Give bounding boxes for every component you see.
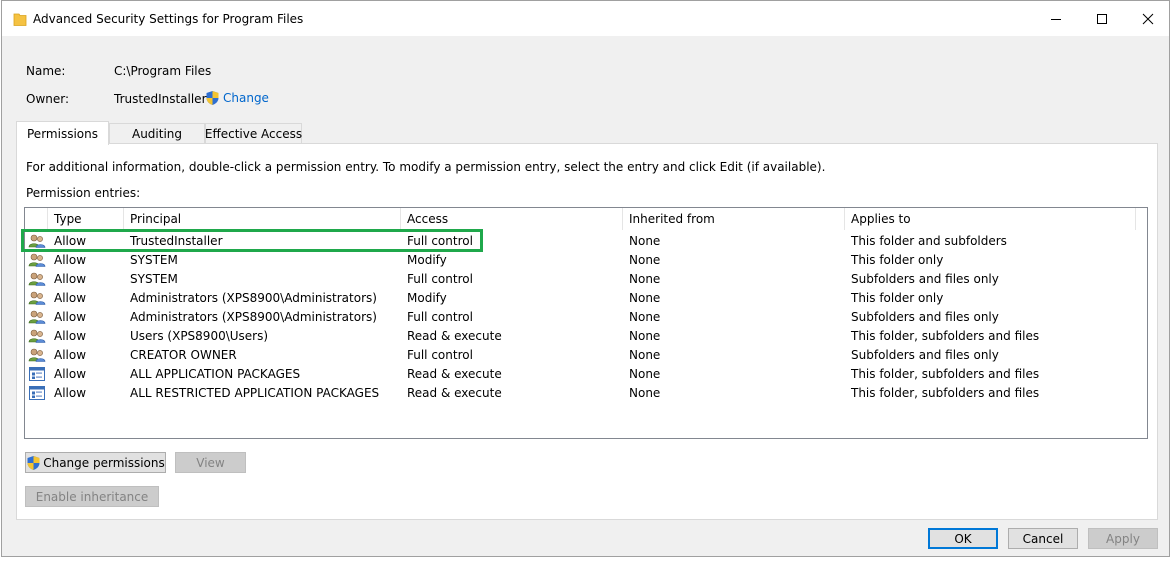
owner-label: Owner:	[26, 92, 70, 106]
change-owner-link[interactable]: Change	[205, 90, 269, 106]
permission-entry-row[interactable]: Allow ALL APPLICATION PACKAGES Read & exec…	[25, 365, 1147, 384]
app-packages-icon	[28, 366, 46, 382]
access-cell: Read & execute	[407, 386, 502, 400]
tab-effective-access[interactable]: Effective Access	[205, 123, 302, 144]
type-cell: Allow	[54, 367, 87, 381]
applies-to-cell: Subfolders and files only	[851, 310, 999, 324]
change-permissions-label: Change permissions	[43, 455, 165, 470]
tab-permissions-label: Permissions	[27, 126, 98, 141]
tab-effective-access-label: Effective Access	[204, 127, 303, 141]
users-icon	[28, 309, 46, 325]
tab-auditing-label: Auditing	[131, 127, 183, 141]
users-icon	[28, 271, 46, 287]
owner-value: TrustedInstaller	[114, 92, 207, 106]
minimize-icon	[1051, 18, 1061, 20]
name-label: Name:	[26, 64, 66, 78]
principal-cell: Users (XPS8900\Users)	[130, 329, 269, 343]
maximize-button[interactable]	[1079, 1, 1125, 36]
cancel-button[interactable]: Cancel	[1008, 528, 1078, 549]
type-cell: Allow	[54, 291, 87, 305]
column-header-principal[interactable]: Principal	[124, 208, 401, 230]
applies-to-cell: This folder, subfolders and files	[851, 329, 1040, 343]
permission-entry-row[interactable]: Allow Users (XPS8900\Users) Read & execute…	[25, 327, 1147, 346]
principal-cell: ALL APPLICATION PACKAGES	[130, 367, 301, 381]
users-icon	[28, 328, 46, 344]
window-title: Advanced Security Settings for Program F…	[33, 12, 304, 26]
inherited-from-cell: None	[629, 272, 661, 286]
minimize-button[interactable]	[1033, 1, 1079, 36]
applies-to-cell: This folder only	[851, 253, 944, 267]
inherited-from-cell: None	[629, 386, 661, 400]
list-header: Type Principal Access Inherited from App…	[25, 208, 1147, 230]
permission-entry-row[interactable]: Allow Administrators (XPS8900\Administrat…	[25, 308, 1147, 327]
applies-to-cell: This folder, subfolders and files	[851, 386, 1040, 400]
applies-to-cell: This folder and subfolders	[851, 234, 1007, 248]
principal-cell: Administrators (XPS8900\Administrators)	[130, 310, 377, 324]
column-header-type[interactable]: Type	[48, 208, 124, 230]
principal-cell: SYSTEM	[130, 253, 178, 267]
permission-entry-row[interactable]: Allow SYSTEM Modify None This folder only	[25, 251, 1147, 270]
uac-shield-icon	[206, 91, 219, 105]
ok-button[interactable]: OK	[928, 528, 998, 549]
principal-cell: Administrators (XPS8900\Administrators)	[130, 291, 377, 305]
folder-icon	[13, 11, 27, 27]
access-cell: Full control	[407, 310, 473, 324]
column-header-inherited-from[interactable]: Inherited from	[623, 208, 845, 230]
type-cell: Allow	[54, 253, 87, 267]
users-icon	[28, 290, 46, 306]
users-icon	[28, 347, 46, 363]
permission-entry-row[interactable]: Allow SYSTEM Full control None Subfolders an…	[25, 270, 1147, 289]
maximize-icon	[1097, 13, 1107, 24]
inherited-from-cell: None	[629, 348, 661, 362]
highlight-box	[21, 229, 483, 252]
instructions-text: For additional information, double-click…	[26, 160, 826, 174]
type-cell: Allow	[54, 329, 87, 343]
uac-shield-icon	[27, 455, 40, 470]
column-header-applies-to[interactable]: Applies to	[845, 208, 1136, 230]
inherited-from-cell: None	[629, 291, 661, 305]
permission-entry-row[interactable]: Allow CREATOR OWNER Full control None Subfol…	[25, 346, 1147, 365]
tab-auditing[interactable]: Auditing	[109, 123, 205, 144]
principal-cell: CREATOR OWNER	[130, 348, 237, 362]
change-permissions-button[interactable]: Change permissions	[25, 452, 166, 473]
name-value: C:\Program Files	[114, 64, 212, 78]
inherited-from-cell: None	[629, 329, 661, 343]
inherited-from-cell: None	[629, 234, 661, 248]
type-cell: Allow	[54, 272, 87, 286]
applies-to-cell: This folder only	[851, 291, 944, 305]
type-cell: Allow	[54, 348, 87, 362]
access-cell: Modify	[407, 291, 447, 305]
permission-entry-row[interactable]: Allow Administrators (XPS8900\Administrat…	[25, 289, 1147, 308]
applies-to-cell: Subfolders and files only	[851, 348, 999, 362]
title-bar[interactable]: Advanced Security Settings for Program F…	[2, 1, 1169, 36]
change-owner-label: Change	[223, 91, 269, 105]
view-button[interactable]: View	[175, 452, 246, 473]
inherited-from-cell: None	[629, 253, 661, 267]
inherited-from-cell: None	[629, 367, 661, 381]
applies-to-cell: This folder, subfolders and files	[851, 367, 1040, 381]
apply-button[interactable]: Apply	[1088, 528, 1158, 549]
permission-entry-row[interactable]: Allow ALL RESTRICTED APPLICATION PACKAGES…	[25, 384, 1147, 403]
tab-permissions[interactable]: Permissions	[16, 121, 109, 145]
inherited-from-cell: None	[629, 310, 661, 324]
type-cell: Allow	[54, 310, 87, 324]
close-button[interactable]	[1125, 1, 1171, 36]
access-cell: Read & execute	[407, 329, 502, 343]
principal-cell: ALL RESTRICTED APPLICATION PACKAGES	[130, 386, 380, 400]
permission-entries-label: Permission entries:	[26, 186, 141, 200]
applies-to-cell: Subfolders and files only	[851, 272, 999, 286]
principal-cell: SYSTEM	[130, 272, 178, 286]
close-icon	[1142, 13, 1154, 24]
access-cell: Full control	[407, 348, 473, 362]
access-cell: Full control	[407, 272, 473, 286]
column-header-access[interactable]: Access	[401, 208, 623, 230]
type-cell: Allow	[54, 386, 87, 400]
users-icon	[28, 252, 46, 268]
access-cell: Read & execute	[407, 367, 502, 381]
column-header-icon[interactable]	[25, 208, 48, 230]
access-cell: Modify	[407, 253, 447, 267]
enable-inheritance-button[interactable]: Enable inheritance	[25, 486, 159, 507]
app-packages-icon	[28, 385, 46, 401]
